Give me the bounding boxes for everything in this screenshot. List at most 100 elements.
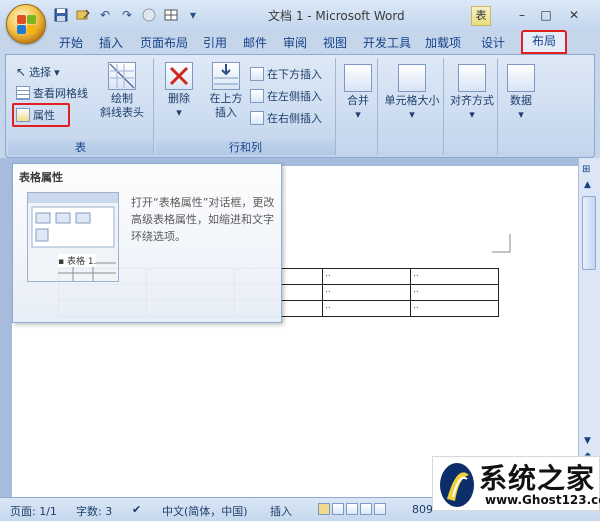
scroll-up-icon[interactable]: ▲ — [584, 180, 591, 190]
insert-left-icon — [250, 89, 264, 103]
cell-size-icon — [398, 64, 426, 92]
alignment-chevron-icon: ▾ — [469, 108, 475, 121]
tab-design[interactable]: 设计 — [478, 34, 508, 52]
tab-developer[interactable]: 开发工具 — [359, 34, 415, 52]
insert-right-icon — [250, 111, 264, 125]
rows-columns-group-label: 行和列 — [156, 140, 335, 155]
tab-insert[interactable]: 插入 — [96, 34, 126, 52]
delete-table-icon — [165, 62, 193, 90]
table-cell[interactable]: .. — [322, 284, 411, 301]
insert-above-button[interactable]: 在上方 插入 — [206, 62, 246, 120]
select-button[interactable]: ↖ 选择 ▾ — [16, 64, 60, 80]
alignment-label: 对齐方式 — [450, 94, 494, 107]
delete-button[interactable]: 删除 ▾ — [162, 62, 196, 120]
full-screen-reading-icon[interactable] — [332, 503, 344, 515]
undo-icon[interactable]: ↶ — [96, 6, 114, 24]
insert-above-icon — [212, 62, 240, 90]
chevron-down-icon: ▾ — [54, 65, 60, 79]
insert-above-line1: 在上方 — [209, 92, 243, 105]
insert-below-icon — [250, 67, 264, 81]
ghost-logo-icon — [440, 463, 474, 507]
data-label: 数据 — [510, 94, 532, 107]
grid-icon[interactable] — [162, 6, 180, 24]
tab-review[interactable]: 审阅 — [280, 34, 310, 52]
zoom-level[interactable]: 809 — [412, 503, 433, 516]
view-gridlines-button[interactable]: 查看网格线 — [16, 85, 88, 101]
ribbon: ↖ 选择 ▾ 查看网格线 属性 绘制 斜线表头 表 删除 ▾ 在上方 插入 在下… — [5, 54, 595, 158]
properties-highlight — [12, 103, 70, 127]
table-cell[interactable]: .. — [410, 284, 499, 301]
redo-icon[interactable]: ↷ — [118, 6, 136, 24]
insert-right-label: 在右侧插入 — [267, 112, 322, 125]
insert-above-line2: 插入 — [215, 106, 237, 119]
print-layout-icon[interactable] — [318, 503, 330, 515]
tab-view[interactable]: 视图 — [320, 34, 350, 52]
data-button[interactable]: 数据 ▾ — [504, 64, 538, 122]
tab-home[interactable]: 开始 — [56, 34, 86, 52]
insert-below-button[interactable]: 在下方插入 — [250, 66, 322, 82]
office-logo-icon — [17, 15, 37, 35]
quick-access-toolbar: ↶ ↷ ▾ — [52, 6, 202, 24]
draw-label-line2: 斜线表头 — [100, 106, 144, 119]
close-button[interactable]: ✕ — [562, 6, 586, 24]
insert-left-button[interactable]: 在左侧插入 — [250, 88, 322, 104]
tab-mailings[interactable]: 邮件 — [240, 34, 270, 52]
cell-size-group[interactable]: 单元格大小 ▾ — [380, 58, 444, 155]
table-properties-tooltip: 表格属性 ▪ 表格 1. 打开“表格属性”对话框，更改高级表格属性，如缩进和文字… — [12, 163, 282, 323]
tooltip-description: 打开“表格属性”对话框，更改高级表格属性，如缩进和文字环绕选项。 — [131, 196, 275, 243]
proofing-icon[interactable]: ✔ — [132, 503, 141, 516]
draft-icon[interactable] — [374, 503, 386, 515]
save-icon[interactable] — [52, 6, 70, 24]
merge-button[interactable]: 合并 ▾ — [342, 64, 374, 122]
insert-right-button[interactable]: 在右侧插入 — [250, 110, 322, 126]
tab-layout[interactable]: 布局 — [521, 30, 567, 54]
insert-mode-indicator[interactable]: 插入 — [270, 503, 292, 519]
alignment-group[interactable]: 对齐方式 ▾ — [446, 58, 498, 155]
insert-below-label: 在下方插入 — [267, 68, 322, 81]
data-icon — [507, 64, 535, 92]
circle-icon[interactable] — [140, 6, 158, 24]
format-icon[interactable] — [74, 6, 92, 24]
scroll-down-icon[interactable]: ▼ — [584, 436, 591, 446]
diagonal-table-icon — [108, 62, 136, 90]
data-chevron-icon: ▾ — [518, 108, 524, 121]
word-count[interactable]: 字数: 3 — [76, 503, 112, 519]
cell-size-button[interactable]: 单元格大小 ▾ — [382, 64, 442, 122]
minimize-button[interactable]: – — [510, 6, 534, 24]
cell-size-chevron-icon: ▾ — [409, 108, 415, 121]
web-layout-icon[interactable] — [346, 503, 358, 515]
merge-icon — [344, 64, 372, 92]
language-indicator[interactable]: 中文(简体，中国) — [162, 503, 248, 519]
table-cell[interactable]: .. — [410, 300, 499, 317]
scroll-thumb[interactable] — [582, 196, 596, 270]
title-bar: ↶ ↷ ▾ 文档 1 - Microsoft Word 表 – □ ✕ — [0, 0, 600, 30]
merge-label: 合并 — [347, 94, 369, 107]
office-button[interactable] — [6, 4, 46, 44]
maximize-button[interactable]: □ — [534, 6, 558, 24]
insert-left-label: 在左侧插入 — [267, 90, 322, 103]
ruler-toggle-icon[interactable]: ⊞ — [582, 164, 590, 175]
outline-icon[interactable] — [360, 503, 372, 515]
tab-page-layout[interactable]: 页面布局 — [136, 34, 192, 52]
watermark-url: www.Ghost123.com — [485, 493, 600, 507]
table-group: ↖ 选择 ▾ 查看网格线 属性 绘制 斜线表头 表 — [8, 58, 154, 155]
customize-qat-icon[interactable]: ▾ — [184, 6, 202, 24]
delete-label: 删除 — [168, 92, 190, 105]
tab-addins[interactable]: 加载项 — [422, 34, 464, 52]
rows-columns-group: 删除 ▾ 在上方 插入 在下方插入 在左侧插入 在右侧插入 行和列 — [156, 58, 336, 155]
tooltip-preview-image: ▪ 表格 1. — [27, 192, 119, 282]
data-group[interactable]: 数据 ▾ — [500, 58, 542, 155]
watermark: 系统之家 www.Ghost123.com — [432, 456, 600, 511]
window-title: 文档 1 - Microsoft Word — [268, 9, 405, 23]
page-count[interactable]: 页面: 1/1 — [10, 503, 57, 519]
merge-group[interactable]: 合并 ▾ — [338, 58, 378, 155]
tab-references[interactable]: 引用 — [200, 34, 230, 52]
table-cell[interactable]: .. — [322, 300, 411, 317]
alignment-button[interactable]: 对齐方式 ▾ — [446, 64, 498, 122]
draw-diagonal-header-button[interactable]: 绘制 斜线表头 — [96, 62, 148, 120]
draw-label-line1: 绘制 — [111, 92, 133, 105]
watermark-brand: 系统之家 — [479, 462, 596, 495]
margin-corner-mark — [492, 234, 511, 253]
table-cell[interactable]: .. — [410, 268, 499, 285]
table-cell[interactable]: .. — [322, 268, 411, 285]
